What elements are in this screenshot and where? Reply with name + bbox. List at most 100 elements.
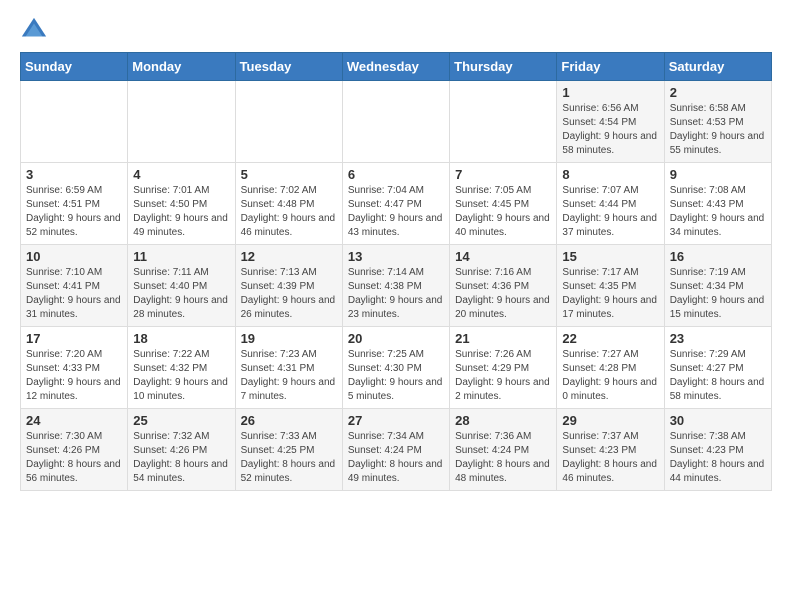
day-info: Sunrise: 7:27 AM Sunset: 4:28 PM Dayligh…	[562, 348, 658, 404]
day-info: Sunrise: 7:11 AM Sunset: 4:40 PM Dayligh…	[133, 266, 229, 322]
day-number: 21	[455, 331, 551, 346]
day-info: Sunrise: 7:05 AM Sunset: 4:45 PM Dayligh…	[455, 184, 551, 240]
day-number: 16	[670, 249, 766, 264]
day-number: 3	[26, 167, 122, 182]
day-number: 13	[348, 249, 444, 264]
calendar-cell: 11 Sunrise: 7:11 AM Sunset: 4:40 PM Dayli…	[128, 245, 235, 327]
calendar-cell: 14 Sunrise: 7:16 AM Sunset: 4:36 PM Dayli…	[450, 245, 557, 327]
day-info: Sunrise: 7:16 AM Sunset: 4:36 PM Dayligh…	[455, 266, 551, 322]
day-info: Sunrise: 7:20 AM Sunset: 4:33 PM Dayligh…	[26, 348, 122, 404]
day-info: Sunrise: 7:36 AM Sunset: 4:24 PM Dayligh…	[455, 430, 551, 486]
day-info: Sunrise: 7:02 AM Sunset: 4:48 PM Dayligh…	[241, 184, 337, 240]
day-number: 11	[133, 249, 229, 264]
day-info: Sunrise: 7:04 AM Sunset: 4:47 PM Dayligh…	[348, 184, 444, 240]
weekday-header-row: SundayMondayTuesdayWednesdayThursdayFrid…	[21, 53, 772, 81]
day-info: Sunrise: 7:10 AM Sunset: 4:41 PM Dayligh…	[26, 266, 122, 322]
day-number: 10	[26, 249, 122, 264]
day-number: 15	[562, 249, 658, 264]
day-number: 9	[670, 167, 766, 182]
day-number: 20	[348, 331, 444, 346]
day-info: Sunrise: 7:26 AM Sunset: 4:29 PM Dayligh…	[455, 348, 551, 404]
day-number: 5	[241, 167, 337, 182]
calendar-cell: 26 Sunrise: 7:33 AM Sunset: 4:25 PM Dayli…	[235, 409, 342, 491]
day-info: Sunrise: 7:38 AM Sunset: 4:23 PM Dayligh…	[670, 430, 766, 486]
calendar-cell: 17 Sunrise: 7:20 AM Sunset: 4:33 PM Dayli…	[21, 327, 128, 409]
day-info: Sunrise: 7:25 AM Sunset: 4:30 PM Dayligh…	[348, 348, 444, 404]
calendar-cell: 10 Sunrise: 7:10 AM Sunset: 4:41 PM Dayli…	[21, 245, 128, 327]
calendar-week-3: 10 Sunrise: 7:10 AM Sunset: 4:41 PM Dayli…	[21, 245, 772, 327]
calendar-cell: 3 Sunrise: 6:59 AM Sunset: 4:51 PM Daylig…	[21, 163, 128, 245]
day-info: Sunrise: 7:08 AM Sunset: 4:43 PM Dayligh…	[670, 184, 766, 240]
weekday-header-monday: Monday	[128, 53, 235, 81]
logo	[20, 16, 52, 44]
calendar-cell: 27 Sunrise: 7:34 AM Sunset: 4:24 PM Dayli…	[342, 409, 449, 491]
calendar-cell: 19 Sunrise: 7:23 AM Sunset: 4:31 PM Dayli…	[235, 327, 342, 409]
day-info: Sunrise: 7:30 AM Sunset: 4:26 PM Dayligh…	[26, 430, 122, 486]
day-number: 18	[133, 331, 229, 346]
day-number: 12	[241, 249, 337, 264]
calendar-week-2: 3 Sunrise: 6:59 AM Sunset: 4:51 PM Daylig…	[21, 163, 772, 245]
day-info: Sunrise: 7:13 AM Sunset: 4:39 PM Dayligh…	[241, 266, 337, 322]
day-info: Sunrise: 7:14 AM Sunset: 4:38 PM Dayligh…	[348, 266, 444, 322]
calendar-cell: 12 Sunrise: 7:13 AM Sunset: 4:39 PM Dayli…	[235, 245, 342, 327]
day-number: 27	[348, 413, 444, 428]
calendar-cell: 30 Sunrise: 7:38 AM Sunset: 4:23 PM Dayli…	[664, 409, 771, 491]
day-info: Sunrise: 6:56 AM Sunset: 4:54 PM Dayligh…	[562, 102, 658, 158]
day-number: 8	[562, 167, 658, 182]
calendar-cell: 20 Sunrise: 7:25 AM Sunset: 4:30 PM Dayli…	[342, 327, 449, 409]
weekday-header-wednesday: Wednesday	[342, 53, 449, 81]
day-info: Sunrise: 6:59 AM Sunset: 4:51 PM Dayligh…	[26, 184, 122, 240]
day-info: Sunrise: 7:23 AM Sunset: 4:31 PM Dayligh…	[241, 348, 337, 404]
calendar-cell	[342, 81, 449, 163]
calendar-cell: 2Sunrise: 6:58 AM Sunset: 4:53 PM Daylig…	[664, 81, 771, 163]
calendar-cell: 24 Sunrise: 7:30 AM Sunset: 4:26 PM Dayli…	[21, 409, 128, 491]
day-info: Sunrise: 7:29 AM Sunset: 4:27 PM Dayligh…	[670, 348, 766, 404]
calendar-table: SundayMondayTuesdayWednesdayThursdayFrid…	[20, 52, 772, 491]
calendar-cell: 9 Sunrise: 7:08 AM Sunset: 4:43 PM Daylig…	[664, 163, 771, 245]
calendar-cell: 6 Sunrise: 7:04 AM Sunset: 4:47 PM Daylig…	[342, 163, 449, 245]
weekday-header-sunday: Sunday	[21, 53, 128, 81]
calendar-cell	[450, 81, 557, 163]
calendar-cell: 18 Sunrise: 7:22 AM Sunset: 4:32 PM Dayli…	[128, 327, 235, 409]
day-number: 25	[133, 413, 229, 428]
day-number: 30	[670, 413, 766, 428]
calendar-week-1: 1Sunrise: 6:56 AM Sunset: 4:54 PM Daylig…	[21, 81, 772, 163]
day-info: Sunrise: 7:07 AM Sunset: 4:44 PM Dayligh…	[562, 184, 658, 240]
day-number: 24	[26, 413, 122, 428]
calendar-cell: 5 Sunrise: 7:02 AM Sunset: 4:48 PM Daylig…	[235, 163, 342, 245]
day-number: 22	[562, 331, 658, 346]
day-info: Sunrise: 7:33 AM Sunset: 4:25 PM Dayligh…	[241, 430, 337, 486]
day-number: 28	[455, 413, 551, 428]
calendar-cell	[235, 81, 342, 163]
day-number: 14	[455, 249, 551, 264]
calendar-cell: 23 Sunrise: 7:29 AM Sunset: 4:27 PM Dayli…	[664, 327, 771, 409]
day-number: 17	[26, 331, 122, 346]
day-number: 6	[348, 167, 444, 182]
calendar-cell: 7 Sunrise: 7:05 AM Sunset: 4:45 PM Daylig…	[450, 163, 557, 245]
day-number: 23	[670, 331, 766, 346]
calendar-cell: 8 Sunrise: 7:07 AM Sunset: 4:44 PM Daylig…	[557, 163, 664, 245]
calendar-cell: 4Sunrise: 7:01 AM Sunset: 4:50 PM Daylig…	[128, 163, 235, 245]
calendar-cell: 25 Sunrise: 7:32 AM Sunset: 4:26 PM Dayli…	[128, 409, 235, 491]
day-number: 29	[562, 413, 658, 428]
day-info: Sunrise: 7:32 AM Sunset: 4:26 PM Dayligh…	[133, 430, 229, 486]
day-number: 19	[241, 331, 337, 346]
day-number: 4	[133, 167, 229, 182]
day-info: Sunrise: 7:22 AM Sunset: 4:32 PM Dayligh…	[133, 348, 229, 404]
day-number: 7	[455, 167, 551, 182]
day-info: Sunrise: 7:17 AM Sunset: 4:35 PM Dayligh…	[562, 266, 658, 322]
calendar-cell: 21 Sunrise: 7:26 AM Sunset: 4:29 PM Dayli…	[450, 327, 557, 409]
calendar-cell: 28 Sunrise: 7:36 AM Sunset: 4:24 PM Dayli…	[450, 409, 557, 491]
weekday-header-tuesday: Tuesday	[235, 53, 342, 81]
calendar-cell: 22 Sunrise: 7:27 AM Sunset: 4:28 PM Dayli…	[557, 327, 664, 409]
calendar-cell: 16 Sunrise: 7:19 AM Sunset: 4:34 PM Dayli…	[664, 245, 771, 327]
day-number: 26	[241, 413, 337, 428]
day-info: Sunrise: 7:19 AM Sunset: 4:34 PM Dayligh…	[670, 266, 766, 322]
day-info: Sunrise: 7:37 AM Sunset: 4:23 PM Dayligh…	[562, 430, 658, 486]
calendar-week-4: 17 Sunrise: 7:20 AM Sunset: 4:33 PM Dayli…	[21, 327, 772, 409]
calendar-cell	[21, 81, 128, 163]
calendar-cell: 13 Sunrise: 7:14 AM Sunset: 4:38 PM Dayli…	[342, 245, 449, 327]
weekday-header-thursday: Thursday	[450, 53, 557, 81]
day-info: Sunrise: 7:34 AM Sunset: 4:24 PM Dayligh…	[348, 430, 444, 486]
weekday-header-friday: Friday	[557, 53, 664, 81]
